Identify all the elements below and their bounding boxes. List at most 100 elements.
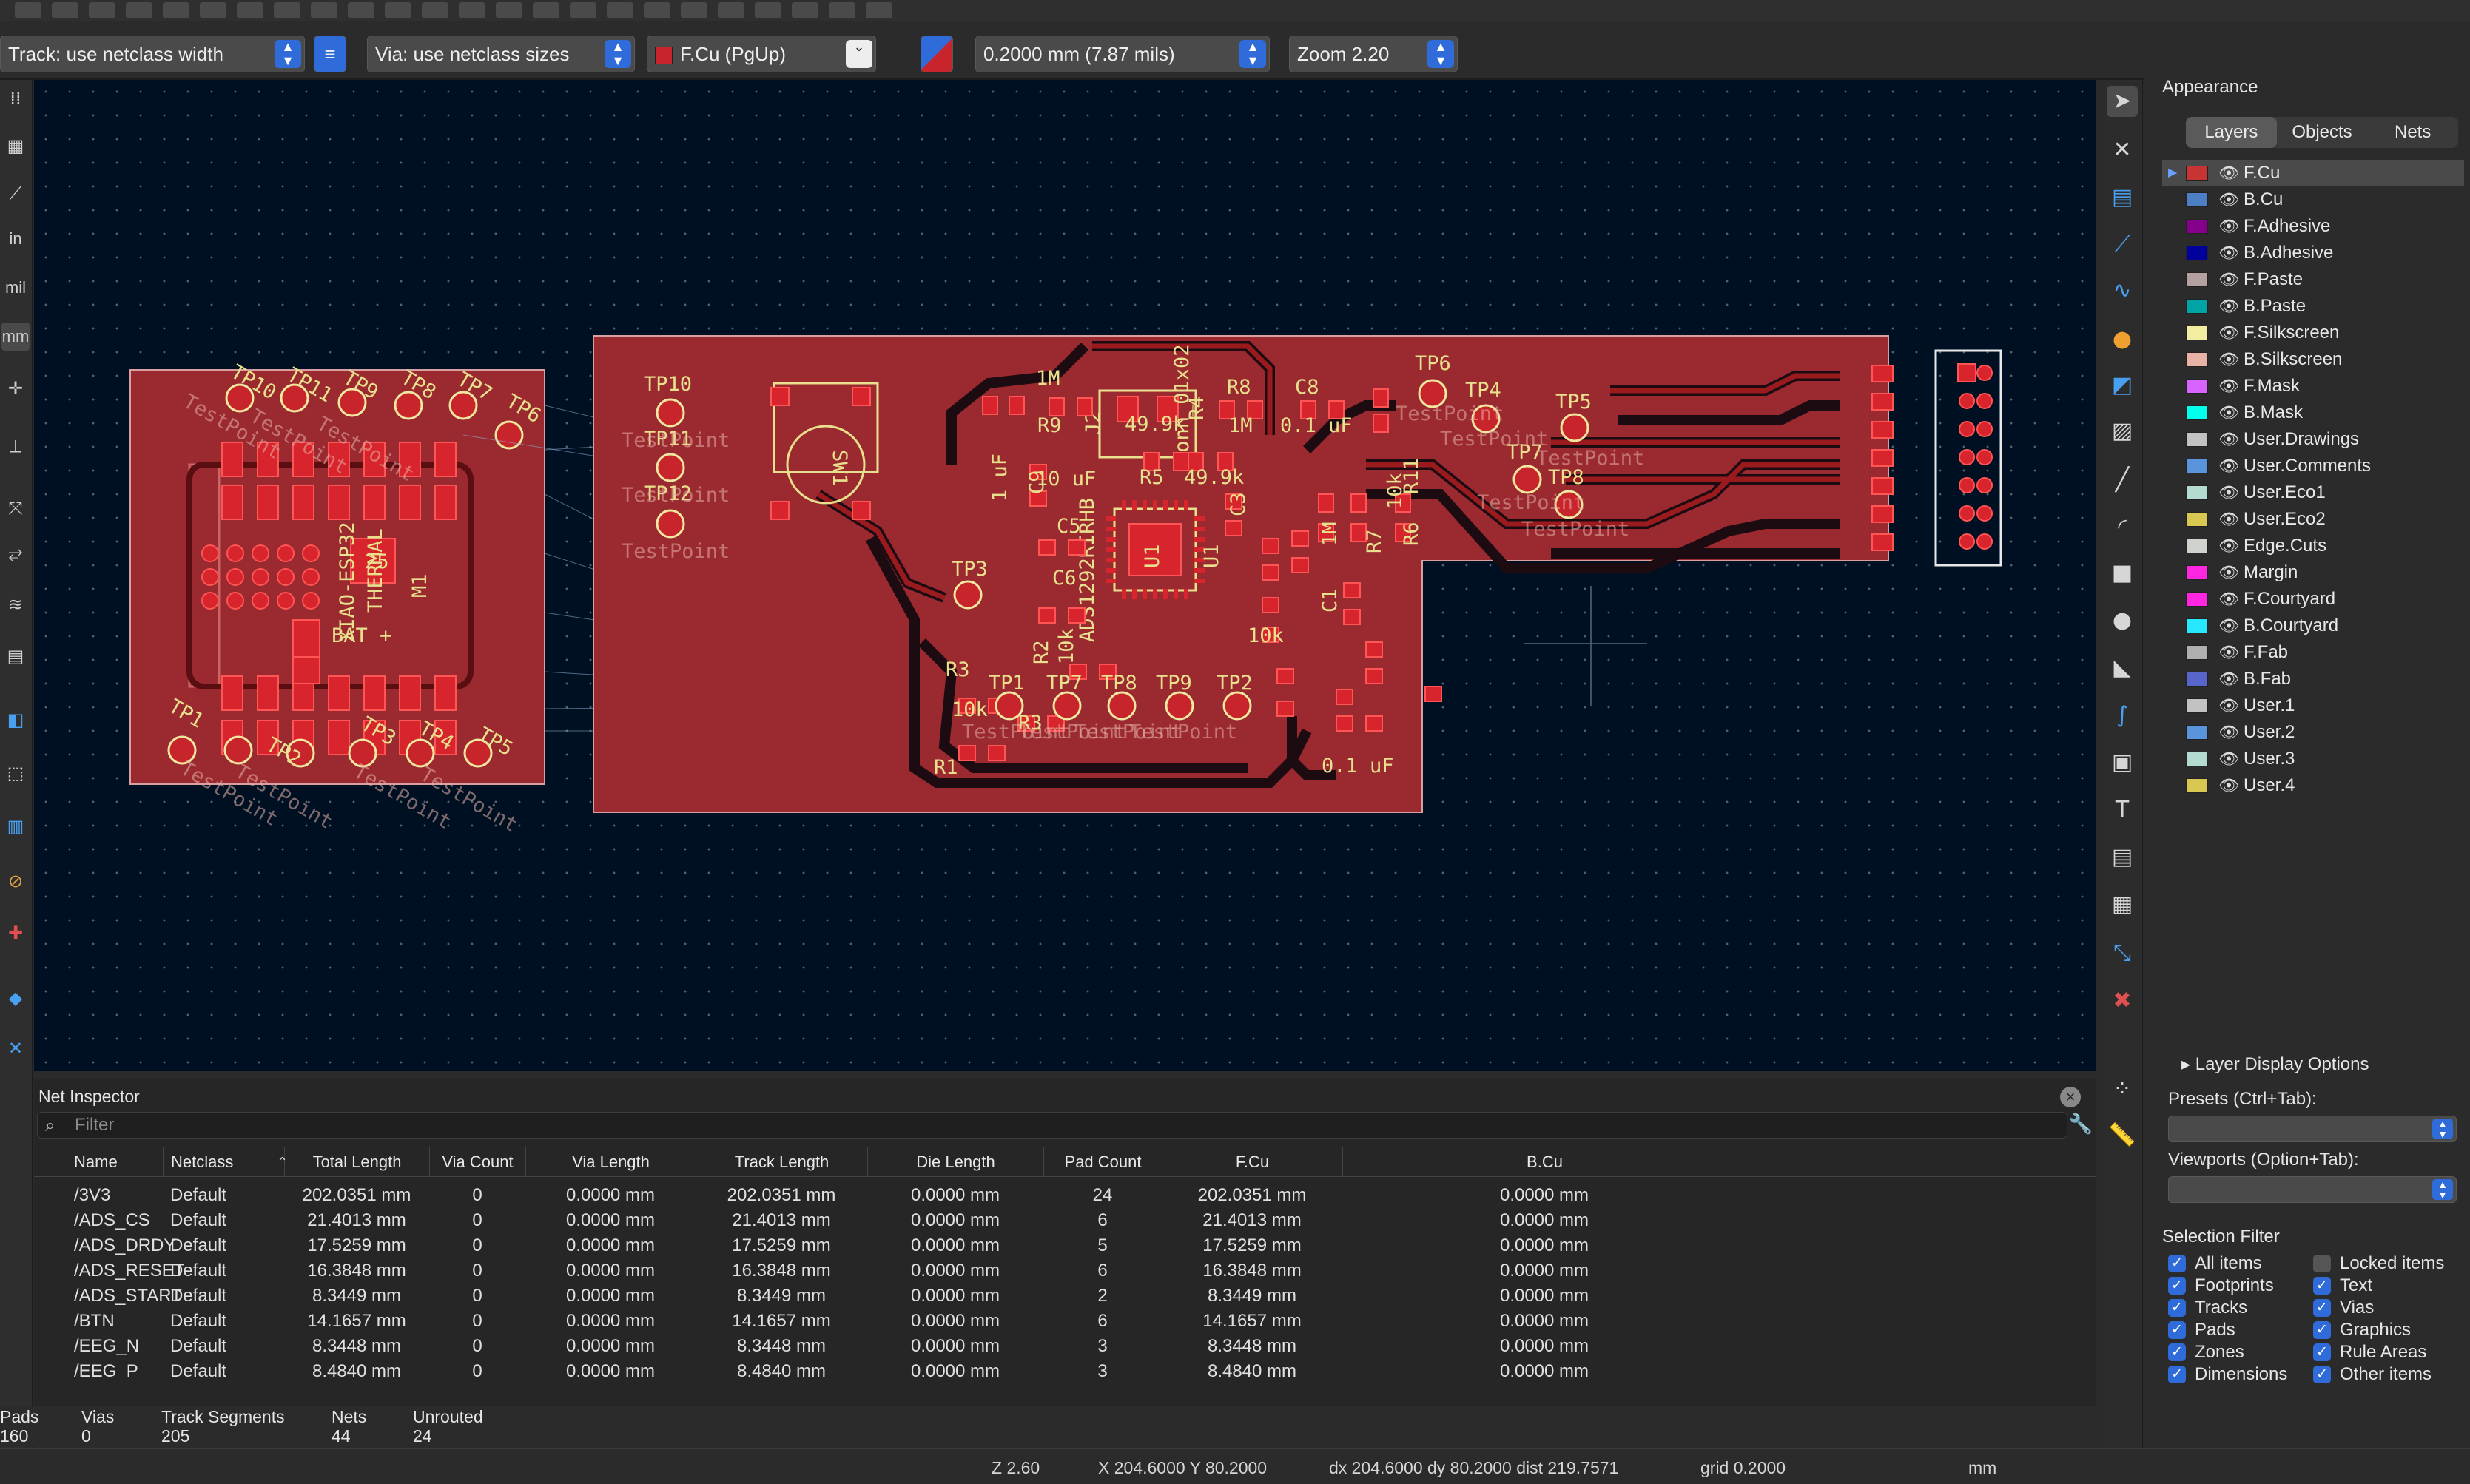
units-mil-button[interactable]: mil: [1, 274, 30, 302]
checkbox-icon[interactable]: ✓: [2313, 1299, 2331, 1317]
toolbar-icon[interactable]: [607, 2, 633, 18]
filter-checkbox[interactable]: ✓ Zones: [2168, 1340, 2244, 1364]
draw-circle-icon[interactable]: ●: [2107, 605, 2138, 636]
eye-icon[interactable]: 👁: [2218, 399, 2239, 426]
layer-color-swatch[interactable]: [2186, 778, 2208, 793]
layer-row[interactable]: 👁 F.Paste: [2162, 266, 2464, 293]
eye-icon[interactable]: 👁: [2218, 692, 2239, 719]
layer-row[interactable]: 👁 B.Cu: [2162, 186, 2464, 213]
units-mm-button[interactable]: mm: [1, 323, 30, 351]
layer-row[interactable]: 👁 User.Comments: [2162, 453, 2464, 479]
properties-icon[interactable]: ✕: [1, 1034, 30, 1062]
filter-checkbox[interactable]: ✓ Dimensions: [2168, 1363, 2287, 1386]
eye-icon[interactable]: 👁: [2218, 240, 2239, 266]
layer-color-swatch[interactable]: [2186, 539, 2208, 553]
grid-overlay-icon[interactable]: ▦: [1, 132, 30, 160]
column-header[interactable]: B.Cu: [1342, 1147, 1746, 1177]
layer-color-swatch[interactable]: [2186, 405, 2208, 420]
toolbar-icon[interactable]: [422, 2, 448, 18]
column-header[interactable]: Netclass: [163, 1147, 284, 1177]
eye-icon[interactable]: 👁: [2218, 479, 2239, 506]
column-header[interactable]: Name: [41, 1147, 163, 1177]
column-header[interactable]: Track Length: [696, 1147, 867, 1177]
layer-select[interactable]: F.Cu (PgUp) ⌄: [647, 36, 876, 72]
toolbar-icon[interactable]: [570, 2, 596, 18]
toolbar-icon[interactable]: [274, 2, 300, 18]
eye-icon[interactable]: 👁: [2218, 346, 2239, 373]
presets-select[interactable]: ▲ ▼: [2168, 1116, 2457, 1142]
drc-icon[interactable]: ⊘: [1, 867, 30, 895]
tab-nets[interactable]: Nets: [2367, 117, 2458, 148]
eye-icon[interactable]: 👁: [2218, 719, 2239, 746]
eye-icon[interactable]: 👁: [2218, 506, 2239, 533]
column-header[interactable]: Pad Count: [1043, 1147, 1162, 1177]
add-table-icon[interactable]: ▦: [2107, 889, 2138, 920]
pcb-canvas[interactable]: .sk{fill:#e9e08e;font-size:27px} .skd{fi…: [34, 80, 2096, 1071]
zoom-select[interactable]: Zoom 2.20 ▲ ▼: [1289, 36, 1458, 72]
eye-icon[interactable]: 👁: [2218, 586, 2239, 613]
column-header[interactable]: Via Count: [429, 1147, 525, 1177]
layer-row[interactable]: 👁 User.2: [2162, 719, 2464, 746]
select-arrow-icon[interactable]: ➤: [2107, 86, 2138, 117]
toolbar-icon[interactable]: [792, 2, 818, 18]
layer-row[interactable]: 👁 B.Fab: [2162, 666, 2464, 692]
filter-checkbox[interactable]: ✓ Locked items: [2313, 1252, 2444, 1275]
layer-row[interactable]: 👁 B.Paste: [2162, 293, 2464, 320]
filter-checkbox[interactable]: ✓ Graphics: [2313, 1318, 2411, 1342]
table-row[interactable]: /3V3 Default 202.0351 mm 0 0.0000 mm 202.0351…: [34, 1183, 2096, 1208]
eye-icon[interactable]: 👁: [2218, 293, 2239, 320]
track-width-select[interactable]: Track: use netclass width ▲ ▼: [0, 36, 305, 72]
eye-icon[interactable]: 👁: [2218, 746, 2239, 772]
toolbar-icon[interactable]: [755, 2, 781, 18]
toolbar-icon[interactable]: [533, 2, 559, 18]
layer-color-swatch[interactable]: [2186, 672, 2208, 687]
toolbar-icon[interactable]: [459, 2, 485, 18]
toolbar-icon[interactable]: [718, 2, 744, 18]
highlight-net-icon[interactable]: ◧: [1, 706, 30, 734]
table-row[interactable]: /EEG_P Default 8.4840 mm 0 0.0000 mm 8.4840 m…: [34, 1359, 2096, 1377]
layer-color-swatch[interactable]: [2186, 192, 2208, 207]
eye-icon[interactable]: 👁: [2218, 320, 2239, 346]
toolbar-icon[interactable]: [200, 2, 226, 18]
toolbar-icon[interactable]: [163, 2, 189, 18]
table-row[interactable]: /ADS_START Default 8.3449 mm 0 0.0000 mm 8.34…: [34, 1284, 2096, 1309]
diff-pair-icon[interactable]: ⥂: [1, 539, 30, 567]
layer-row[interactable]: 👁 User.1: [2162, 692, 2464, 719]
eye-icon[interactable]: 👁: [2218, 160, 2239, 186]
filter-checkbox[interactable]: ✓ Rule Areas: [2313, 1340, 2426, 1364]
layer-row[interactable]: 👁 B.Courtyard: [2162, 613, 2464, 639]
layer-row[interactable]: 👁 User.Drawings: [2162, 426, 2464, 453]
filter-checkbox[interactable]: ✓ Other items: [2313, 1363, 2432, 1386]
checkbox-icon[interactable]: ✓: [2168, 1277, 2186, 1295]
layer-color-swatch[interactable]: [2186, 219, 2208, 234]
layer-row[interactable]: 👁 F.Courtyard: [2162, 586, 2464, 613]
layer-color-swatch[interactable]: [2186, 299, 2208, 314]
layer-row[interactable]: 👁 User.Eco1: [2162, 479, 2464, 506]
delete-icon[interactable]: ✖: [2107, 985, 2138, 1016]
toolbar-icon[interactable]: [89, 2, 115, 18]
layer-pair-button[interactable]: [921, 36, 953, 72]
layer-color-swatch[interactable]: [2186, 512, 2208, 527]
eye-icon[interactable]: 👁: [2218, 559, 2239, 586]
layer-color-swatch[interactable]: [2186, 485, 2208, 500]
measure-icon[interactable]: 📏: [2107, 1120, 2138, 1151]
checkbox-icon[interactable]: ✓: [2168, 1343, 2186, 1361]
layer-color-swatch[interactable]: [2186, 272, 2208, 287]
toolbar-icon[interactable]: [311, 2, 337, 18]
checkbox-icon[interactable]: ✓: [2313, 1277, 2331, 1295]
close-icon[interactable]: ×: [2060, 1087, 2081, 1107]
add-via-icon[interactable]: ●: [2107, 324, 2138, 355]
column-header[interactable]: Via Length: [525, 1147, 696, 1177]
checkbox-icon[interactable]: ✓: [2168, 1299, 2186, 1317]
net-filter-input[interactable]: ⌕ Filter: [37, 1112, 2067, 1139]
layer-color-swatch[interactable]: [2186, 246, 2208, 260]
layer-row[interactable]: 👁 B.Mask: [2162, 399, 2464, 426]
filter-checkbox[interactable]: ✓ Vias: [2313, 1296, 2374, 1320]
local-ratsnest-icon[interactable]: ✕: [2107, 135, 2138, 166]
layer-row[interactable]: 👁 User.Eco2: [2162, 506, 2464, 533]
checkbox-icon[interactable]: ✓: [2313, 1321, 2331, 1339]
toolbar-icon[interactable]: [348, 2, 374, 18]
checkbox-icon[interactable]: ✓: [2168, 1255, 2186, 1272]
eye-icon[interactable]: 👁: [2218, 266, 2239, 293]
eye-icon[interactable]: 👁: [2218, 533, 2239, 559]
